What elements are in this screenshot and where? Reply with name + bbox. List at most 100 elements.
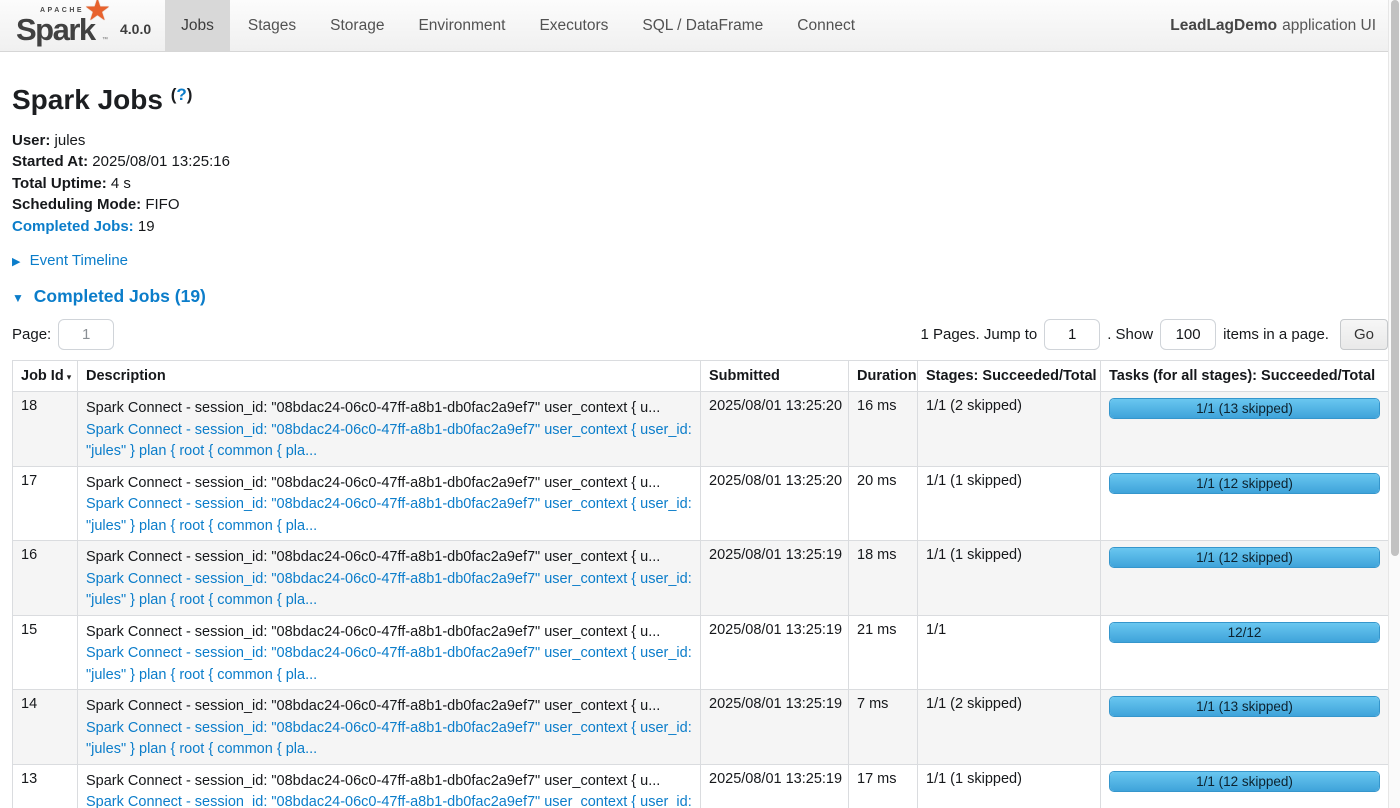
completed-jobs-toggle[interactable]: ▼ Completed Jobs (19): [12, 286, 1388, 307]
tasks-progress-track: 1/1 (13 skipped): [1109, 398, 1380, 420]
stages-cell: 1/1 (1 skipped): [917, 540, 1101, 616]
tasks-progress-track: 1/1 (12 skipped): [1109, 472, 1380, 494]
tab-storage[interactable]: Storage: [314, 0, 400, 51]
job-description-link[interactable]: Spark Connect - session_id: "08bdac24-06…: [86, 494, 692, 537]
tab-sql-dataframe[interactable]: SQL / DataFrame: [626, 0, 779, 51]
vertical-scrollbar-track[interactable]: [1388, 0, 1400, 808]
show-text: . Show: [1107, 326, 1154, 344]
pagination-bar: Page: 1 Pages. Jump to . Show items in a…: [12, 319, 1388, 351]
column-header-duration[interactable]: Duration: [848, 360, 918, 393]
job-description-link[interactable]: Spark Connect - session_id: "08bdac24-06…: [86, 792, 692, 808]
completed-jobs-label: Completed Jobs (19): [33, 286, 206, 307]
tasks-progress-track: 1/1 (13 skipped): [1109, 696, 1380, 718]
page-title: Spark Jobs (?): [12, 84, 1388, 116]
job-description-text: Spark Connect - session_id: "08bdac24-06…: [86, 549, 661, 566]
application-title-suffix: application UI: [1282, 16, 1376, 34]
jump-to-page-input[interactable]: [1044, 319, 1101, 351]
table-row: 16 Spark Connect - session_id: "08bdac24…: [12, 540, 1389, 616]
tab-executors[interactable]: Executors: [523, 0, 624, 51]
tasks-progress-bar: 1/1 (12 skipped): [1110, 548, 1379, 568]
summary-item: Started At: 2025/08/01 13:25:16: [12, 153, 230, 171]
page-title-text: Spark Jobs: [12, 84, 163, 115]
summary-item: Scheduling Mode: FIFO: [12, 196, 180, 214]
description-cell: Spark Connect - session_id: "08bdac24-06…: [77, 540, 701, 616]
submitted-cell: 2025/08/01 13:25:20: [700, 391, 849, 467]
table-row: 14 Spark Connect - session_id: "08bdac24…: [12, 689, 1389, 765]
spark-logo: APACHE Spark ™ ★: [16, 0, 112, 47]
vertical-scrollbar-thumb[interactable]: [1390, 0, 1399, 556]
app-summary-list: User: jules Started At: 2025/08/01 13:25…: [12, 130, 1388, 237]
description-cell: Spark Connect - session_id: "08bdac24-06…: [77, 465, 701, 542]
tasks-progress-bar: 1/1 (12 skipped): [1110, 771, 1379, 791]
job-id-cell: 18: [12, 391, 78, 467]
submitted-cell: 2025/08/01 13:25:19: [700, 689, 849, 765]
table-header-row: Job Id ▾ Description Submitted Duration S…: [12, 360, 1389, 393]
description-cell: Spark Connect - session_id: "08bdac24-06…: [77, 763, 701, 808]
tasks-progress-bar: 1/1 (12 skipped): [1110, 473, 1379, 493]
duration-cell: 20 ms: [848, 465, 918, 542]
application-name: LeadLagDemo: [1170, 16, 1278, 34]
collapsed-arrow-icon: ▶: [12, 256, 21, 269]
help-superscript: (?): [170, 85, 193, 104]
application-title: LeadLagDemo application UI: [1158, 0, 1400, 51]
job-id-cell: 16: [12, 540, 78, 616]
job-description-link[interactable]: Spark Connect - session_id: "08bdac24-06…: [86, 569, 692, 612]
tasks-progress-track: 1/1 (12 skipped): [1109, 547, 1380, 569]
completed-jobs-table: Job Id ▾ Description Submitted Duration S…: [12, 360, 1389, 808]
description-cell: Spark Connect - session_id: "08bdac24-06…: [77, 689, 701, 765]
column-header-submitted[interactable]: Submitted: [700, 360, 849, 393]
submitted-cell: 2025/08/01 13:25:20: [700, 465, 849, 542]
summary-item: Total Uptime: 4 s: [12, 174, 131, 192]
job-description-link[interactable]: Spark Connect - session_id: "08bdac24-06…: [86, 420, 692, 463]
job-id-cell: 15: [12, 614, 78, 691]
duration-cell: 18 ms: [848, 540, 918, 616]
items-per-page-input[interactable]: [1160, 319, 1217, 351]
tab-stages[interactable]: Stages: [232, 0, 312, 51]
job-id-cell: 14: [12, 689, 78, 765]
column-header-tasks[interactable]: Tasks (for all stages): Succeeded/Total: [1100, 360, 1389, 393]
tab-jobs[interactable]: Jobs: [165, 0, 230, 51]
column-header-job-id[interactable]: Job Id ▾: [12, 360, 78, 393]
duration-cell: 16 ms: [848, 391, 918, 467]
summary-item: Completed Jobs: 19: [12, 217, 155, 235]
submitted-cell: 2025/08/01 13:25:19: [700, 763, 849, 808]
job-id-cell: 13: [12, 763, 78, 808]
summary-item: User: jules: [12, 132, 86, 149]
spark-brand[interactable]: APACHE Spark ™ ★ 4.0.0: [0, 0, 165, 51]
duration-cell: 7 ms: [848, 689, 918, 765]
spark-wordmark: Spark: [16, 12, 96, 47]
sort-desc-icon: ▾: [66, 372, 72, 383]
stages-cell: 1/1 (2 skipped): [917, 689, 1101, 765]
spark-version: 4.0.0: [120, 21, 152, 37]
page-number-input[interactable]: [58, 319, 115, 351]
submitted-cell: 2025/08/01 13:25:19: [700, 540, 849, 616]
top-navbar: APACHE Spark ™ ★ 4.0.0 Jobs Stages Stora…: [0, 0, 1400, 52]
help-link[interactable]: ?: [176, 85, 186, 104]
submitted-cell: 2025/08/01 13:25:19: [700, 614, 849, 691]
tasks-progress-bar: 1/1 (13 skipped): [1110, 697, 1379, 717]
tasks-cell: 1/1 (13 skipped): [1100, 689, 1389, 765]
nav-tabs: Jobs Stages Storage Environment Executor…: [165, 0, 1158, 51]
stages-cell: 1/1: [917, 614, 1101, 691]
go-button[interactable]: Go: [1339, 319, 1388, 351]
column-header-stages[interactable]: Stages: Succeeded/Total: [917, 360, 1101, 393]
job-id-cell: 17: [12, 465, 78, 542]
job-description-text: Spark Connect - session_id: "08bdac24-06…: [86, 400, 661, 417]
table-row: 18 Spark Connect - session_id: "08bdac24…: [12, 391, 1389, 467]
table-row: 15 Spark Connect - session_id: "08bdac24…: [12, 614, 1389, 691]
job-description-link[interactable]: Spark Connect - session_id: "08bdac24-06…: [86, 718, 692, 761]
stages-cell: 1/1 (2 skipped): [917, 391, 1101, 467]
column-header-description[interactable]: Description: [77, 360, 701, 393]
tasks-cell: 1/1 (12 skipped): [1100, 540, 1389, 616]
pages-count-text: 1 Pages. Jump to: [920, 326, 1038, 344]
stages-cell: 1/1 (1 skipped): [917, 465, 1101, 542]
job-description-link[interactable]: Spark Connect - session_id: "08bdac24-06…: [86, 643, 692, 686]
tab-connect[interactable]: Connect: [781, 0, 871, 51]
tasks-progress-track: 12/12: [1109, 621, 1380, 643]
page-label: Page:: [12, 326, 52, 344]
tasks-cell: 1/1 (12 skipped): [1100, 465, 1389, 542]
tab-environment[interactable]: Environment: [402, 0, 521, 51]
event-timeline-toggle[interactable]: ▶ Event Timeline: [12, 252, 1388, 269]
description-cell: Spark Connect - session_id: "08bdac24-06…: [77, 614, 701, 691]
job-description-text: Spark Connect - session_id: "08bdac24-06…: [86, 698, 661, 715]
